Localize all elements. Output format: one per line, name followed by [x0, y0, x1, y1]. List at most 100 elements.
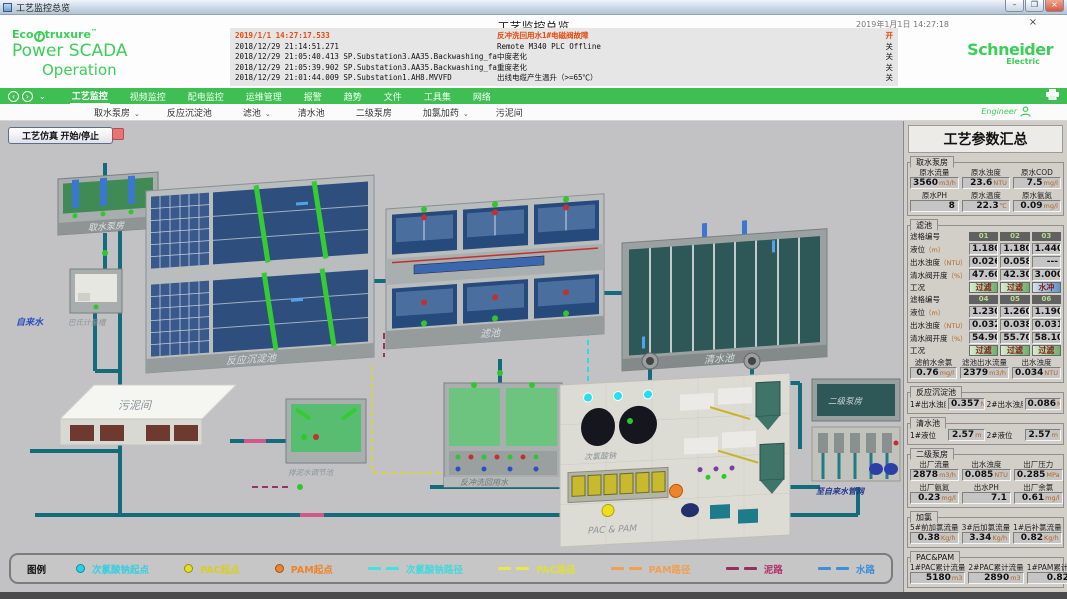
label-clearwell: 清水池	[704, 352, 735, 366]
menu-video-monitor[interactable]: 视频监控	[128, 89, 168, 104]
simulation-start-stop-button[interactable]: 工艺仿真 开始/停止	[8, 127, 113, 144]
alarm-row[interactable]: 2018/12/29 21:14:51.271 Remote M340 PLC …	[235, 42, 893, 53]
window-titlebar: 工艺监控总览 – ❐ ×	[0, 0, 1067, 15]
maximize-button[interactable]: ❐	[1025, 0, 1044, 12]
forward-icon[interactable]: ›	[22, 91, 33, 102]
menu-ops-management[interactable]: 运维管理	[244, 89, 284, 104]
unit-clearwell[interactable]: 清水池	[622, 215, 827, 372]
unit-dosing-area[interactable]: 次氯酸钠 PAC & PAM	[560, 373, 790, 547]
label-drain-regulate: 排泥水调节池	[288, 468, 334, 477]
unit-metering-tank[interactable]: 巴氏计量槽	[68, 269, 122, 327]
submenu-sludge[interactable]: 污泥间	[496, 106, 527, 119]
unit-filter[interactable]: 滤池	[386, 194, 604, 349]
window-bottom-edge	[0, 592, 1067, 599]
unit-backwash-reuse-pool[interactable]: 反冲洗回用水	[444, 382, 562, 487]
header-close-icon[interactable]: ×	[1027, 17, 1039, 28]
group-tab[interactable]: 反应沉淀池	[910, 386, 962, 398]
table-row: 液位（m）1.2301.2601.190	[910, 306, 1061, 318]
window-icon	[3, 3, 12, 12]
panel-group-filter: 滤池 滤格编号010203 液位（m）1.1801.1801.440 出水浊度（…	[907, 225, 1064, 383]
dot-icon	[275, 564, 284, 573]
schneider-logo: Schneider Electric	[967, 42, 1053, 66]
menu-files[interactable]: 文件	[382, 89, 404, 104]
field: 出水PH7.1	[962, 483, 1011, 504]
pam-start-marker	[670, 484, 683, 498]
label-to-network: 至自来水管网	[816, 487, 866, 496]
field: 2#PAC累计流量2890m3	[968, 563, 1023, 584]
menu-alarms[interactable]: 报警	[302, 89, 324, 104]
alarm-row[interactable]: 2018/12/29 21:05:40.413 SP.Substation3.A…	[235, 52, 893, 63]
main-menubar: ‹ › ⌄ 工艺监控 视频监控 配电监控 运维管理 报警 趋势 文件 工具集 网…	[0, 88, 1067, 104]
field: 原水PH8	[910, 191, 959, 212]
legend-pam-path: PAM路径	[611, 562, 691, 576]
alarm-row[interactable]: 2018/12/29 21:05:39.902 SP.Substation3.A…	[235, 63, 893, 74]
menu-power-monitor[interactable]: 配电监控	[186, 89, 226, 104]
user-role[interactable]: Engineer	[981, 106, 1031, 117]
status-badge: 过滤	[1000, 282, 1029, 293]
field: 原水浊度23.6NTU	[962, 168, 1010, 189]
chevron-down-icon: ⌄	[265, 110, 271, 118]
legend-bar: 图例 次氯酸钠起点 PAC起点 PAM起点 次氯酸钠路径 PAC路径 PAM路径…	[9, 553, 893, 584]
table-row: 液位（m）1.1801.1801.440	[910, 243, 1061, 255]
header: 工艺监控总览 2019年1月1日 14:27:18 × Ecoƒtruxure™…	[0, 15, 1067, 88]
alarm-row[interactable]: 2018/12/29 21:01:44.009 SP.Substation1.A…	[235, 73, 893, 84]
legend-naclo-start: 次氯酸钠起点	[76, 562, 149, 576]
plant-3d-scene: 取水泵房 巴氏计量槽 自来水 反应沉淀池	[0, 121, 903, 592]
menu-trends[interactable]: 趋势	[342, 89, 364, 104]
naclo-start-marker	[644, 390, 653, 399]
submenu-pump2[interactable]: 二级泵房	[356, 106, 396, 119]
field: 原水COD7.5mg/l	[1013, 168, 1061, 189]
close-button[interactable]: ×	[1045, 0, 1064, 12]
unit-reaction-tank[interactable]: 反应沉淀池	[146, 175, 374, 373]
naclo-start-marker	[584, 393, 593, 402]
chevron-down-icon: ⌄	[134, 110, 140, 118]
unit-sludge-building[interactable]: 污泥间	[60, 385, 236, 445]
submenu-reaction-tank[interactable]: 反应沉淀池	[167, 106, 216, 119]
sub-menubar: 取水泵房⌄ 反应沉淀池 滤池⌄ 清水池 二级泵房 加氯加药⌄ 污泥间 Engin…	[0, 104, 1067, 121]
field: 出水浊度0.034NTU	[1012, 358, 1061, 379]
print-icon[interactable]	[1046, 89, 1059, 103]
status-badge: 过滤	[969, 345, 998, 356]
field: 滤池出水流量2379m3/h	[960, 358, 1009, 379]
group-tab[interactable]: 加氯	[910, 511, 938, 523]
submenu-filter[interactable]: 滤池⌄	[243, 106, 271, 119]
chevron-down-icon: ⌄	[463, 110, 469, 118]
unit-intake-pump-house[interactable]: 取水泵房	[58, 172, 158, 236]
dash-icon	[611, 567, 642, 570]
ecostruxure-logo: Ecoƒtruxure™ Power SCADA Operation	[12, 29, 128, 79]
table-row: 工况过滤过滤过滤	[910, 345, 1061, 356]
submenu-intake-pump[interactable]: 取水泵房⌄	[94, 106, 140, 119]
field: 1#后补氯流量0.82Kg/h	[1013, 523, 1062, 544]
menu-process-monitor[interactable]: 工艺监控	[70, 88, 110, 104]
group-tab[interactable]: 二级泵房	[910, 448, 954, 460]
dash-icon	[818, 567, 849, 570]
status-badge: 过滤	[1000, 345, 1029, 356]
dot-icon	[76, 564, 85, 573]
group-tab[interactable]: 取水泵房	[910, 156, 954, 168]
history-chevron-icon[interactable]: ⌄	[39, 92, 46, 101]
dash-icon	[368, 567, 399, 570]
table-row: 滤格编号010203	[910, 231, 1061, 242]
parameter-panel: 工艺参数汇总 取水泵房 原水流量3560m3/h 原水浊度23.6NTU 原水C…	[903, 121, 1067, 599]
alarm-row[interactable]: 2019/1/1 14:27:17.533 反冲洗回用水1#电磁阀故障 开	[235, 31, 893, 42]
field: 出厂压力0.285MPa	[1014, 460, 1063, 481]
label-filter: 滤池	[480, 327, 501, 340]
back-icon[interactable]: ‹	[8, 91, 19, 102]
field: 出厂流量2878m3/h	[910, 460, 959, 481]
unit-drain-regulating-pool[interactable]: 排泥水调节池	[286, 399, 366, 477]
submenu-clearwell[interactable]: 清水池	[298, 106, 329, 119]
dash-icon	[726, 567, 757, 570]
submenu-dosing[interactable]: 加氯加药⌄	[423, 106, 469, 119]
group-tab[interactable]: PAC&PAM	[910, 551, 960, 563]
naclo-start-marker	[614, 391, 623, 400]
alarm-list[interactable]: 2019/1/1 14:27:17.533 反冲洗回用水1#电磁阀故障 开 20…	[230, 28, 898, 86]
menu-tools[interactable]: 工具集	[422, 89, 453, 104]
group-tab[interactable]: 清水池	[910, 417, 946, 429]
field: 滤前水余氯0.76mg/l	[910, 358, 957, 379]
minimize-button[interactable]: –	[1005, 0, 1024, 12]
field: 出水浊度0.085NTU	[962, 460, 1011, 481]
field: 出厂氨氮0.23mg/l	[910, 483, 959, 504]
unit-secondary-pump-house[interactable]: 二级泵房 至自来水管网	[812, 379, 900, 496]
menu-network[interactable]: 网络	[471, 89, 493, 104]
group-tab[interactable]: 滤池	[910, 219, 938, 231]
